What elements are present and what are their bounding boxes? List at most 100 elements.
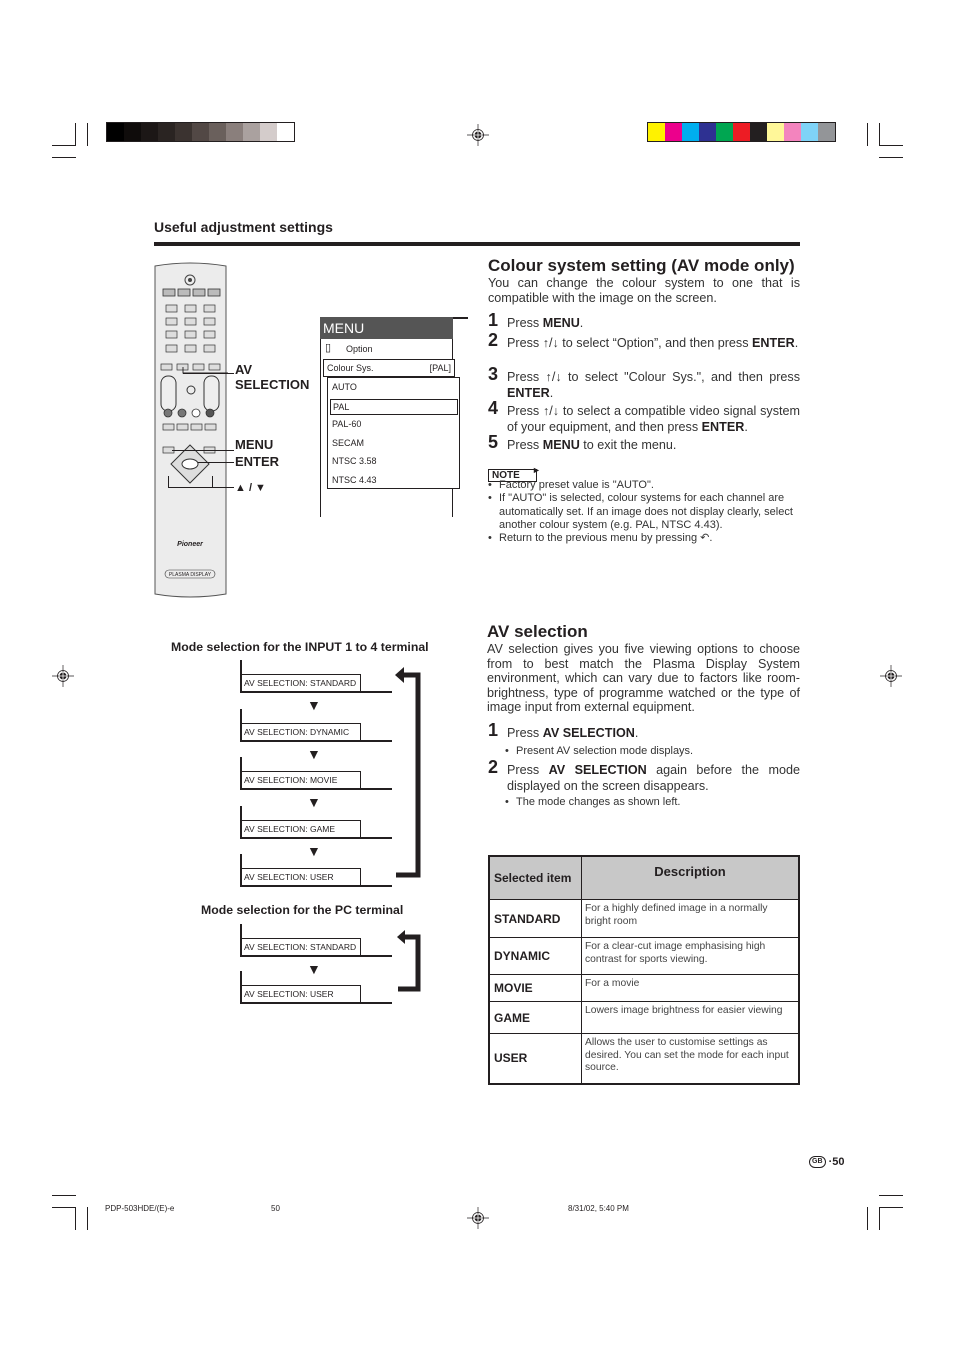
colour-step-5: 5 Press MENU to exit the menu. xyxy=(488,432,677,452)
callout-enter: ENTER xyxy=(235,454,280,469)
av-step-1: 1 Press AV SELECTION. xyxy=(488,720,639,740)
color-swatch xyxy=(801,123,818,141)
doc-code: PDP-503HDE/(E)-e xyxy=(105,1204,175,1213)
crop-mark xyxy=(75,1207,76,1230)
callout-arrows: ▲ / ▼ xyxy=(235,482,266,494)
av-step-2: 2 Press AV SELECTION again before the mo… xyxy=(488,757,800,793)
color-swatch xyxy=(665,123,682,141)
table-header-description: Description xyxy=(581,855,800,900)
crop-mark xyxy=(52,1195,76,1196)
color-swatch xyxy=(175,123,192,141)
section-title: Useful adjustment settings xyxy=(154,219,333,235)
crop-mark xyxy=(867,1207,868,1230)
flow-box: AV SELECTION: STANDARD xyxy=(240,938,361,956)
av-step-1-bullet: • Present AV selection mode displays. xyxy=(505,745,694,757)
flow-box: AV SELECTION: USER xyxy=(240,868,361,886)
timestamp: 8/31/02, 5:40 PM xyxy=(568,1204,629,1213)
colour-step-3: 3 Press ↑/↓ to select "Colour Sys.", and … xyxy=(488,364,800,400)
leader-line xyxy=(168,476,169,487)
color-swatch xyxy=(733,123,750,141)
colour-step-1: 1 Press MENU. xyxy=(488,310,584,330)
region-badge: GB xyxy=(809,1156,826,1169)
osd-menu-title: MENU xyxy=(320,317,453,339)
flow-baseline xyxy=(240,885,392,887)
colour-step-2: 2 Press ↑/↓ to select “Option”, and then … xyxy=(488,330,799,350)
color-swatch xyxy=(750,123,767,141)
callout-menu: MENU xyxy=(235,437,274,452)
crop-mark xyxy=(879,145,903,146)
flow-box: AV SELECTION: DYNAMIC xyxy=(240,722,361,741)
table-cell-item: DYNAMIC xyxy=(488,937,582,975)
crop-mark xyxy=(879,1195,903,1196)
section-rule xyxy=(154,242,800,246)
color-swatch xyxy=(767,123,784,141)
remote-control-illustration: Pioneer PLASMA DISPLAY xyxy=(154,262,228,598)
colour-sys-option[interactable]: AUTO xyxy=(330,380,456,394)
flow-input-title: Mode selection for the INPUT 1 to 4 term… xyxy=(171,640,429,654)
table-row: GAME Lowers image brightness for easier v… xyxy=(488,1001,800,1034)
table-header-item: Selected item xyxy=(488,855,582,900)
colour-sys-option[interactable]: PAL xyxy=(330,398,458,415)
note-item: • If "AUTO" is selected, colour systems f… xyxy=(488,492,793,531)
av-selection-table: Selected item Description STANDARD For a … xyxy=(488,855,800,1085)
process-color-bar xyxy=(647,122,836,142)
page-number: GB ·50 xyxy=(809,1156,844,1169)
table-row: MOVIE For a movie xyxy=(488,974,800,1002)
note-item: • Return to the previous menu by pressing… xyxy=(488,532,713,544)
colour-sys-option[interactable]: SECAM xyxy=(330,436,456,450)
down-arrow-icon: ▼ xyxy=(307,794,321,810)
option-icon: ▯ xyxy=(325,342,332,354)
leader-line xyxy=(168,487,234,488)
av-section-intro: AV selection gives you five viewing opti… xyxy=(487,642,800,715)
color-swatch xyxy=(226,123,243,141)
table-cell-item: USER xyxy=(488,1033,582,1084)
colour-section-title: Colour system setting (AV mode only) xyxy=(488,256,795,275)
crop-mark xyxy=(52,1207,76,1208)
flow-box: AV SELECTION: USER xyxy=(240,985,361,1003)
registration-mark-icon xyxy=(467,1207,489,1229)
osd-colour-sys-row[interactable]: Colour Sys. [PAL] xyxy=(323,359,455,377)
grayscale-bar xyxy=(106,122,295,142)
remote-label: PLASMA DISPLAY xyxy=(169,572,212,578)
return-icon: ↶ xyxy=(700,532,710,544)
crop-mark xyxy=(87,1207,88,1230)
colour-sys-option[interactable]: PAL-60 xyxy=(330,417,456,431)
table-cell-item: STANDARD xyxy=(488,899,582,938)
crop-mark xyxy=(879,123,880,146)
flow-baseline xyxy=(240,788,392,790)
table-cell-desc: Allows the user to customise settings as… xyxy=(581,1033,800,1084)
colour-step-4: 4 Press ↑/↓ to select a compatible video … xyxy=(488,398,800,434)
flow-baseline xyxy=(240,691,392,693)
colour-sys-option[interactable]: NTSC 4.43 xyxy=(330,473,456,487)
table-cell-desc: For a clear-cut image emphasising high c… xyxy=(581,937,800,975)
table-row: DYNAMIC For a clear-cut image emphasising… xyxy=(488,937,800,975)
color-swatch xyxy=(277,123,294,141)
leader-line xyxy=(183,373,234,374)
colour-sys-option[interactable]: NTSC 3.58 xyxy=(330,454,456,468)
flow-baseline xyxy=(240,836,392,839)
color-swatch xyxy=(818,123,835,141)
table-cell-desc: Lowers image brightness for easier viewi… xyxy=(581,1001,800,1034)
down-arrow-icon: ▼ xyxy=(307,961,321,977)
remote-brand: Pioneer xyxy=(177,541,204,548)
color-swatch xyxy=(124,123,141,141)
note-item: • Factory preset value is "AUTO". xyxy=(488,479,654,491)
flow-baseline xyxy=(240,1002,392,1004)
color-swatch xyxy=(260,123,277,141)
registration-mark-icon xyxy=(880,665,902,687)
down-arrow-icon: ▼ xyxy=(307,697,321,713)
down-arrow-icon: ▼ xyxy=(307,745,321,762)
table-cell-desc: For a highly defined image in a normally… xyxy=(581,899,800,938)
crop-mark xyxy=(75,123,76,146)
table-row: USER Allows the user to customise setting… xyxy=(488,1033,800,1084)
colour-sys-value: [PAL] xyxy=(429,363,451,373)
av-step-2-bullet: • The mode changes as shown left. xyxy=(505,796,681,808)
color-swatch xyxy=(784,123,801,141)
crop-mark xyxy=(879,1207,880,1230)
registration-mark-icon xyxy=(52,665,74,687)
leader-line xyxy=(212,476,213,487)
table-row: STANDARD For a highly defined image in a … xyxy=(488,899,800,938)
color-swatch xyxy=(716,123,733,141)
registration-mark-icon xyxy=(467,124,489,146)
osd-option-row[interactable]: ▯ Option xyxy=(322,341,450,357)
